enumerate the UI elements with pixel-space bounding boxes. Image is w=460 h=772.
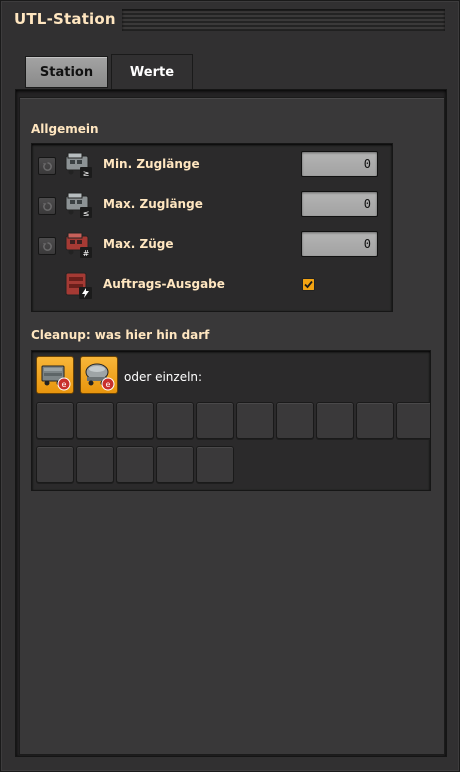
order-output-checkbox[interactable]	[302, 278, 315, 291]
window-title: UTL-Station	[14, 10, 116, 28]
reset-icon	[42, 161, 52, 171]
cargo-wagon-icon: e	[41, 365, 71, 391]
locomotive-greater-equal-icon: ≥	[63, 150, 95, 180]
values-pane: Allgemein ≥ Min. Zuglänge 0 ≤ Max. Zuglä…	[20, 98, 444, 754]
filter-slot[interactable]	[396, 402, 430, 439]
filter-slot[interactable]	[156, 402, 194, 439]
drag-handle[interactable]	[122, 9, 445, 31]
reset-icon	[42, 201, 52, 211]
row-min-train-length: ≥ Min. Zuglänge 0	[32, 149, 392, 181]
titlebar[interactable]: UTL-Station	[1, 1, 459, 41]
fluid-wagon-filter[interactable]: e	[80, 356, 118, 394]
filter-slot[interactable]	[196, 446, 234, 483]
svg-text:≥: ≥	[83, 169, 90, 178]
max-trains-field[interactable]: 0	[301, 231, 378, 257]
row-order-output: Auftrags-Ausgabe	[32, 269, 392, 301]
section-title-general: Allgemein	[31, 122, 99, 136]
row-max-train-length: ≤ Max. Zuglänge 0	[32, 189, 392, 221]
row-max-trains: # Max. Züge 0	[32, 229, 392, 261]
min-train-length-label: Min. Zuglänge	[103, 157, 200, 171]
utl-station-window: UTL-Station Station Werte Allgemein ≥ Mi…	[0, 0, 460, 772]
checkmark-icon	[304, 280, 313, 289]
filter-slot[interactable]	[76, 402, 114, 439]
reset-max-trains-button[interactable]	[38, 237, 56, 255]
svg-text:#: #	[83, 249, 90, 258]
filter-slot[interactable]	[116, 446, 154, 483]
order-output-label: Auftrags-Ausgabe	[103, 277, 225, 291]
cargo-wagon-filter[interactable]: e	[36, 356, 74, 394]
output-signal-icon	[63, 270, 95, 300]
reset-icon	[42, 241, 52, 251]
or-individually-label: oder einzeln:	[124, 370, 203, 384]
fluid-wagon-icon: e	[85, 363, 115, 391]
general-settings-box: ≥ Min. Zuglänge 0 ≤ Max. Zuglänge 0 # Ma…	[31, 143, 393, 312]
filter-slot[interactable]	[36, 446, 74, 483]
filter-slot[interactable]	[356, 402, 394, 439]
reset-max-train-length-button[interactable]	[38, 197, 56, 215]
section-title-cleanup: Cleanup: was hier hin darf	[31, 328, 210, 342]
filter-slot[interactable]	[236, 402, 274, 439]
svg-text:≤: ≤	[83, 209, 90, 218]
reset-min-train-length-button[interactable]	[38, 157, 56, 175]
filter-slot[interactable]	[116, 402, 154, 439]
max-trains-label: Max. Züge	[103, 237, 174, 251]
filter-slot[interactable]	[316, 402, 354, 439]
filter-slot[interactable]	[76, 446, 114, 483]
svg-text:e: e	[106, 380, 111, 389]
tab-werte[interactable]: Werte	[111, 54, 193, 90]
max-train-length-label: Max. Zuglänge	[103, 197, 203, 211]
svg-text:e: e	[62, 380, 67, 389]
filter-slot[interactable]	[196, 402, 234, 439]
locomotive-count-icon: #	[63, 230, 95, 260]
locomotive-less-equal-icon: ≤	[63, 190, 95, 220]
tab-station[interactable]: Station	[25, 56, 108, 88]
filter-slot[interactable]	[276, 402, 314, 439]
min-train-length-field[interactable]: 0	[301, 151, 378, 177]
max-train-length-field[interactable]: 0	[301, 191, 378, 217]
filter-slot[interactable]	[36, 402, 74, 439]
tab-content-panel: Allgemein ≥ Min. Zuglänge 0 ≤ Max. Zuglä…	[15, 89, 447, 757]
filter-slot[interactable]	[156, 446, 194, 483]
cleanup-filter-box: e e oder einzeln:	[31, 350, 431, 491]
